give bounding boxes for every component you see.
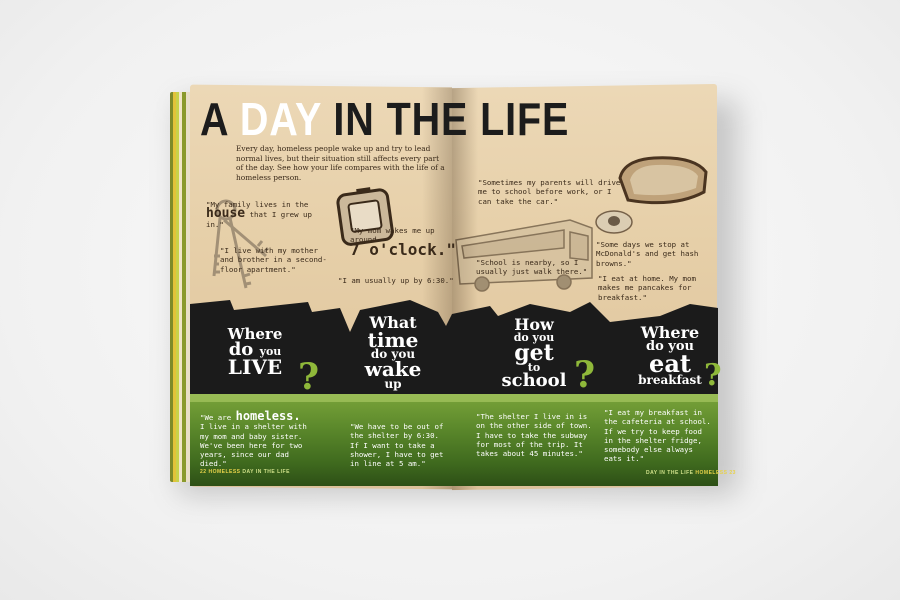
question-wake: What time do you wake up [348, 315, 438, 391]
question-mark-breakfast: ? [704, 358, 722, 393]
question-breakfast-l4: breakfast [638, 372, 702, 387]
page-edges [170, 92, 192, 482]
quote-up-by: "I am usually up by 6:30." [338, 276, 454, 285]
question-live: Where do you LIVE [210, 327, 300, 380]
school-bus-icon [455, 219, 593, 292]
quote-mother: "I live with my mother and brother in a … [220, 246, 327, 274]
answer-homeless-post: I live in a shelter with my mom and baby… [200, 422, 307, 469]
answer-homeless: "We are homeless. I live in a shelter wi… [200, 409, 320, 469]
egg-icon [595, 210, 633, 234]
toast-icon [618, 156, 708, 205]
question-school-l5: school [501, 370, 567, 392]
answer-homeless-pre: "We are [200, 413, 232, 422]
question-wake-l4: wake [364, 357, 422, 382]
footer-right-label: HOMELESS [695, 470, 728, 476]
footer-right-num: 23 [729, 470, 736, 476]
question-mark-school: ? [574, 354, 596, 396]
quote-wake-big: 7 o'clock." [350, 239, 456, 259]
quote-drive: "Sometimes my parents will drive me to s… [478, 178, 621, 206]
quote-mcdonalds: "Some days we stop at McDonald's and get… [596, 240, 699, 268]
answer-subway: "The shelter I live in is on the other s… [476, 412, 592, 459]
intro-text: Every day, homeless people wake up and t… [236, 144, 445, 182]
quote-house: "My family lives in the house that I gre… [206, 200, 326, 229]
question-breakfast: Where do you eat breakfast [626, 325, 714, 387]
title-highlight: DAY [239, 93, 322, 145]
title-part1: A [200, 93, 240, 145]
question-wake-l5: up [384, 376, 402, 391]
question-breakfast-l3: eat [649, 348, 691, 378]
page-title: A DAY IN THE LIFE [200, 92, 569, 146]
footer-left: 22 HOMELESS DAY IN THE LIFE [200, 469, 290, 475]
answer-shelter-time: "We have to be out of the shelter by 6:3… [350, 422, 444, 469]
footer-right: DAY IN THE LIFE HOMELESS 23 [646, 470, 736, 476]
question-school-l3: get [514, 339, 554, 366]
answer-homeless-big: homeless. [235, 409, 301, 423]
quote-wake: "My mom wakes me up around 7 o'clock." [350, 226, 460, 257]
answer-cafeteria: "I eat my breakfast in the cafeteria at … [604, 408, 711, 464]
footer-right-section: DAY IN THE LIFE [646, 470, 694, 476]
footer-left-label: HOMELESS [208, 469, 241, 475]
footer-left-section: DAY IN THE LIFE [242, 469, 290, 475]
quote-walk: "School is nearby, so I usually just wal… [476, 258, 588, 277]
question-mark-live: ? [298, 356, 320, 398]
footer-left-num: 22 [200, 469, 207, 475]
question-school: How do you get to school [488, 317, 580, 392]
question-live-l3: LIVE [227, 355, 283, 380]
title-part2: IN THE LIFE [321, 93, 570, 145]
